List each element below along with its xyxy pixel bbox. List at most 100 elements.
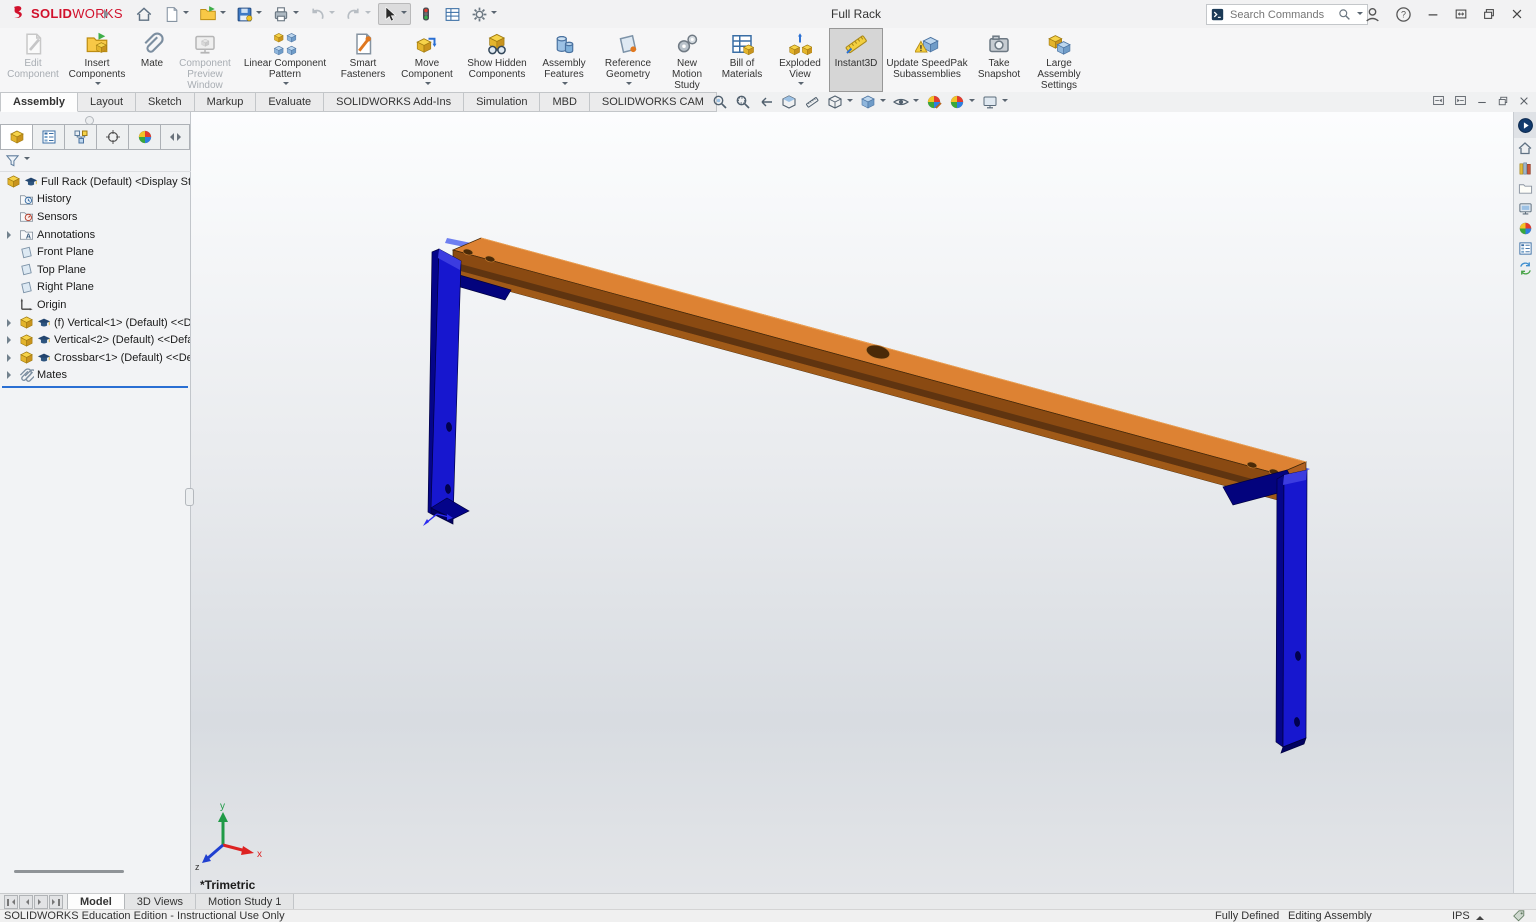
file-explorer-icon[interactable] [1514, 178, 1536, 198]
section-view-icon[interactable] [781, 94, 797, 110]
tree-item-mates[interactable]: Mates [0, 367, 190, 385]
zoom-to-fit-icon[interactable] [712, 94, 728, 110]
tab-solidworks-add-ins[interactable]: SOLIDWORKS Add-Ins [324, 92, 464, 112]
last-tab-button[interactable] [49, 895, 63, 909]
undo-button[interactable] [306, 4, 338, 25]
tree-item-front-plane[interactable]: Front Plane [0, 243, 190, 261]
tab-layout[interactable]: Layout [78, 92, 136, 112]
show-hidden-components-button[interactable]: Show Hidden Components [461, 28, 533, 92]
menu-flyout-arrow-icon[interactable] [104, 9, 114, 19]
tab-mbd[interactable]: MBD [540, 92, 589, 112]
tab-solidworks-cam[interactable]: SOLIDWORKS CAM [590, 92, 717, 112]
tree-root[interactable]: Full Rack (Default) <Display State- [0, 173, 190, 191]
tab-dimxpert-manager[interactable] [97, 124, 129, 150]
new-motion-study-button[interactable]: New Motion Study [661, 28, 713, 92]
tree-item-vertical-2[interactable]: Vertical<2> (Default) <<Defau [0, 331, 190, 349]
save-button[interactable] [233, 4, 265, 25]
maximize-button[interactable] [1452, 5, 1470, 23]
prev-tab-button[interactable] [19, 895, 33, 909]
next-tab-button[interactable] [34, 895, 48, 909]
tab-motion-study-1[interactable]: Motion Study 1 [196, 894, 294, 910]
view-palette-icon[interactable] [1514, 198, 1536, 218]
selection-toggles-icon[interactable] [415, 4, 437, 24]
previous-view-icon[interactable] [758, 94, 774, 110]
doc-close-icon[interactable] [1518, 95, 1530, 107]
large-assembly-settings-button[interactable]: Large Assembly Settings [1027, 28, 1091, 92]
pane-left-icon[interactable] [1432, 94, 1445, 107]
insert-components-button[interactable]: Insert Components [63, 28, 131, 92]
minimize-button[interactable] [1424, 5, 1442, 23]
tree-item-top-plane[interactable]: Top Plane [0, 261, 190, 279]
pane-right-icon[interactable] [1454, 94, 1467, 107]
panel-splitter-handle-right[interactable] [185, 488, 194, 506]
tags-icon[interactable] [1512, 909, 1526, 922]
doc-restore-icon[interactable] [1497, 95, 1509, 107]
new-document-button[interactable] [160, 4, 192, 25]
help-icon[interactable]: ? [1393, 4, 1414, 25]
tree-item-vertical-1[interactable]: (f) Vertical<1> (Default) <<De [0, 314, 190, 332]
first-tab-button[interactable] [4, 895, 18, 909]
move-component-button[interactable]: Move Component [393, 28, 461, 92]
tab-3d-views[interactable]: 3D Views [125, 894, 196, 910]
restore-button[interactable] [1480, 5, 1498, 23]
smart-fasteners-button[interactable]: Smart Fasteners [333, 28, 393, 92]
appearances-scenes-icon[interactable] [1514, 218, 1536, 238]
take-snapshot-button[interactable]: Take Snapshot [971, 28, 1027, 92]
search-icon[interactable] [1338, 8, 1351, 21]
exploded-view-button[interactable]: Exploded View [771, 28, 829, 92]
options-button[interactable] [468, 4, 500, 25]
tree-item-right-plane[interactable]: Right Plane [0, 279, 190, 297]
tree-item-origin[interactable]: Origin [0, 296, 190, 314]
redo-button[interactable] [342, 4, 374, 25]
zoom-to-area-icon[interactable] [735, 94, 751, 110]
home-button[interactable] [132, 3, 156, 25]
display-style-icon[interactable] [860, 94, 886, 110]
filter-dropdown-icon[interactable] [24, 157, 30, 163]
apply-scene-icon[interactable] [949, 94, 975, 110]
tree-item-history[interactable]: History [0, 191, 190, 209]
search-input[interactable] [1228, 8, 1334, 22]
custom-properties-icon[interactable] [1514, 238, 1536, 258]
print-button[interactable] [269, 3, 302, 25]
select-tool-button[interactable] [378, 3, 411, 25]
scroll-right-icon[interactable] [177, 133, 185, 141]
user-account-icon[interactable] [1362, 4, 1383, 25]
tab-sketch[interactable]: Sketch [136, 92, 195, 112]
tab-featuremanager-design-tree[interactable] [0, 124, 33, 150]
close-button[interactable] [1508, 5, 1526, 23]
crossbar-part[interactable] [453, 238, 1306, 500]
rollback-bar[interactable] [2, 386, 188, 388]
expand-icon[interactable] [7, 336, 15, 344]
search-commands-box[interactable] [1206, 4, 1368, 25]
scroll-left-icon[interactable] [166, 133, 174, 141]
solidworks-resources-icon[interactable] [1514, 138, 1536, 158]
tab-evaluate[interactable]: Evaluate [256, 92, 324, 112]
tab-property-manager[interactable] [33, 124, 65, 150]
tab-markup[interactable]: Markup [195, 92, 257, 112]
unit-system-selector[interactable]: IPS [1452, 910, 1484, 922]
expand-icon[interactable] [7, 231, 15, 239]
expand-icon[interactable] [7, 354, 15, 362]
doc-minimize-icon[interactable] [1476, 95, 1488, 107]
instant3d-button[interactable]: Instant3D [829, 28, 883, 92]
edit-appearance-icon[interactable] [926, 94, 942, 110]
view-orientation-icon[interactable] [827, 94, 853, 110]
graphics-viewport[interactable]: y x z *Trimetric [191, 112, 1514, 893]
expand-icon[interactable] [7, 371, 15, 379]
reference-geometry-button[interactable]: Reference Geometry [595, 28, 661, 92]
filter-funnel-icon[interactable] [5, 153, 20, 168]
panel-tab-scroll[interactable] [161, 124, 190, 150]
vertical2-part[interactable] [1223, 470, 1307, 753]
properties-list-icon[interactable] [441, 4, 464, 25]
linear-component-pattern-button[interactable]: Linear Component Pattern [237, 28, 333, 92]
solidworks-forum-icon[interactable] [1514, 258, 1536, 278]
update-speedpak-subassemblies-button[interactable]: Update SpeedPak Subassemblies [883, 28, 971, 92]
tree-item-annotations[interactable]: A Annotations [0, 226, 190, 244]
edit-component-button[interactable]: Edit Component [3, 28, 63, 92]
design-library-icon[interactable] [1514, 158, 1536, 178]
tab-configuration-manager[interactable] [65, 124, 97, 150]
tab-model[interactable]: Model [67, 894, 125, 910]
mate-button[interactable]: Mate [131, 28, 173, 92]
tab-assembly[interactable]: Assembly [0, 92, 78, 112]
marketplace-icon[interactable] [1514, 112, 1536, 138]
